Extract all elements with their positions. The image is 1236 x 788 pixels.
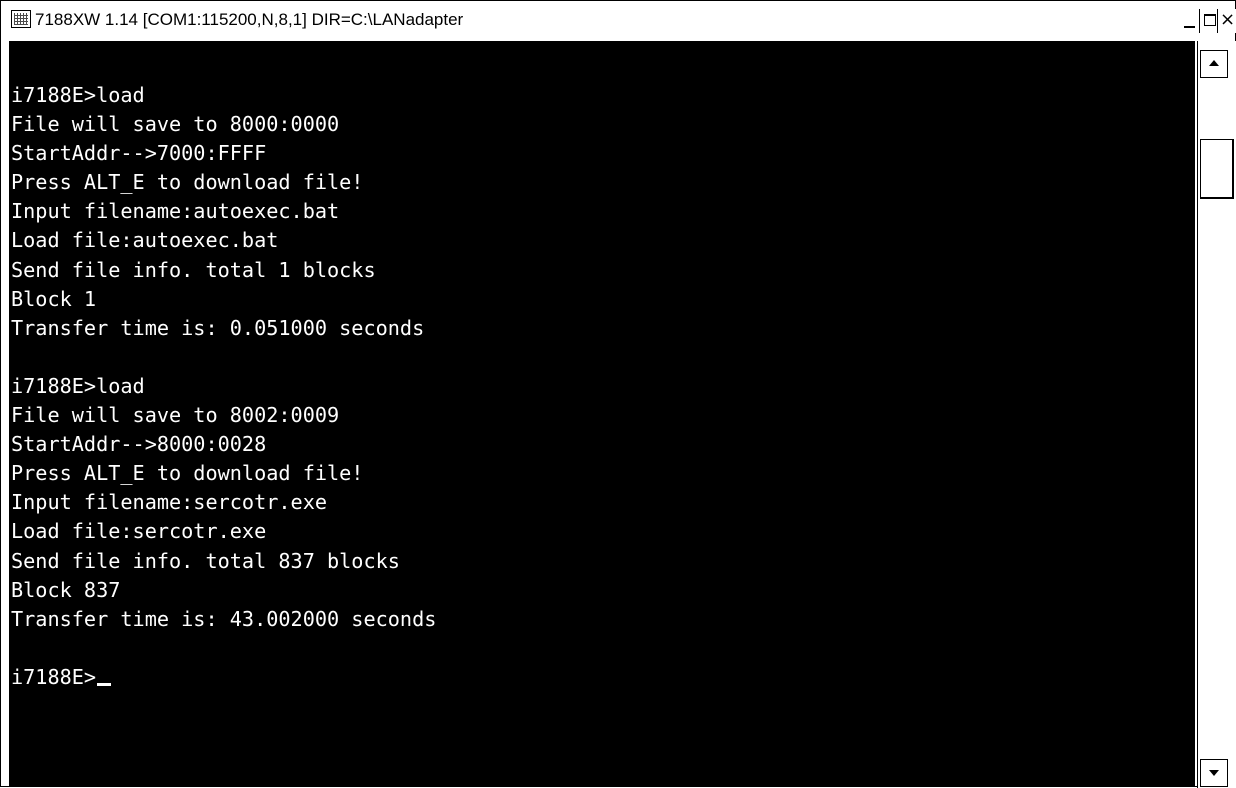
- terminal-line: Send file info. total 1 blocks: [11, 257, 376, 282]
- terminal-line: Transfer time is: 0.051000 seconds: [11, 315, 425, 340]
- terminal-line: Block 837: [11, 577, 121, 602]
- terminal-line: File will save to 8000:0000: [11, 112, 340, 137]
- terminal-line: StartAddr-->7000:FFFF: [11, 141, 267, 166]
- title-bar[interactable]: 7188XW 1.14 [COM1:115200,N,8,1] DIR=C:\L…: [1, 1, 1236, 39]
- text-cursor: [97, 682, 112, 686]
- terminal-line: i7188E>load: [11, 83, 145, 107]
- terminal-app-icon[interactable]: [11, 10, 31, 28]
- terminal-line: Send file info. total 837 blocks: [11, 548, 400, 573]
- vertical-scrollbar[interactable]: [1197, 41, 1236, 788]
- terminal-window: 7188XW 1.14 [COM1:115200,N,8,1] DIR=C:\L…: [0, 0, 1236, 788]
- scroll-up-button[interactable]: [1200, 50, 1228, 78]
- window-title: 7188XW 1.14 [COM1:115200,N,8,1] DIR=C:\L…: [35, 10, 464, 29]
- terminal-line: Input filename:sercotr.exe: [11, 490, 328, 515]
- terminal-line: i7188E>load: [11, 373, 145, 398]
- terminal-line: Load file:autoexec.bat: [11, 228, 279, 253]
- terminal-line: Load file:sercotr.exe: [11, 519, 267, 544]
- terminal-line: Input filename:autoexec.bat: [11, 199, 340, 224]
- terminal-line: Press ALT_E to download file!: [11, 461, 364, 486]
- terminal-line: Transfer time is: 43.002000 seconds: [11, 606, 437, 631]
- close-button[interactable]: ×: [1218, 9, 1236, 33]
- terminal-prompt: i7188E>: [11, 663, 436, 692]
- scroll-thumb[interactable]: [1200, 139, 1234, 199]
- terminal-output: i7188E>load File will save to 8000:0000 St…: [11, 81, 436, 692]
- terminal-line: File will save to 8002:0009: [11, 403, 340, 428]
- terminal-line: Press ALT_E to download file!: [11, 170, 364, 195]
- minimize-button[interactable]: [1179, 9, 1201, 33]
- scroll-down-button[interactable]: [1200, 759, 1228, 787]
- terminal-line: StartAddr-->8000:0028: [11, 432, 267, 457]
- close-icon: ×: [1220, 9, 1236, 30]
- terminal-line: Block 1: [11, 286, 97, 311]
- terminal-console[interactable]: i7188E>load File will save to 8000:0000 St…: [9, 41, 1195, 786]
